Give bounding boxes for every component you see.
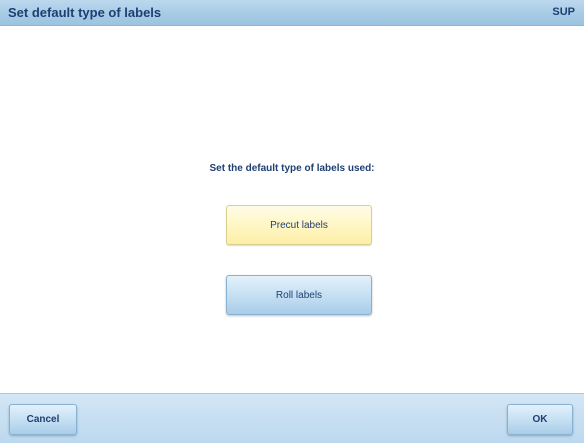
roll-labels-button[interactable]: Roll labels (226, 275, 372, 315)
precut-labels-label: Precut labels (270, 220, 328, 231)
ok-button-label: OK (532, 414, 548, 425)
main-content: Set the default type of labels used: Pre… (0, 26, 584, 393)
screen-title: Set default type of labels (8, 5, 162, 20)
roll-labels-label: Roll labels (275, 290, 323, 301)
title-bar: Set default type of labels SUP (0, 0, 584, 26)
cancel-button-label: Cancel (26, 414, 60, 425)
precut-labels-button[interactable]: Precut labels (226, 205, 372, 245)
ok-button[interactable]: OK (507, 404, 573, 435)
cancel-button[interactable]: Cancel (9, 404, 77, 435)
mode-indicator: SUP (552, 6, 575, 18)
footer-bar: Cancel OK (0, 393, 584, 443)
prompt-text: Set the default type of labels used: (209, 163, 375, 174)
